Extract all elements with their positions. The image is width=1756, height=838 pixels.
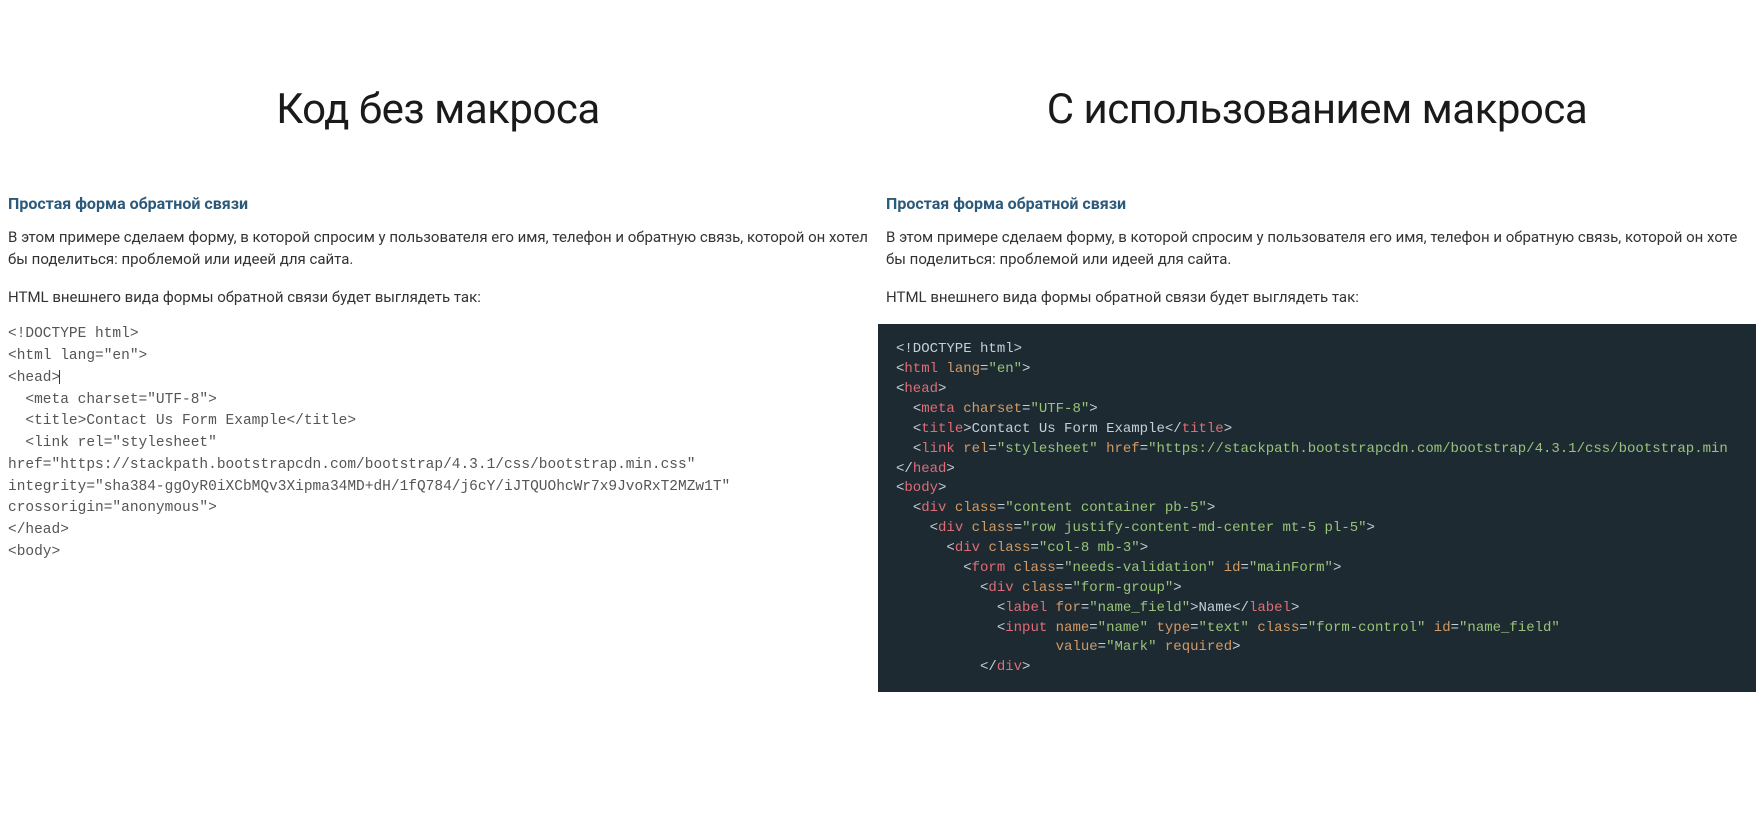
left-column: Код без макроса Простая форма обратной с… [0,0,878,838]
code-token: class [955,500,997,516]
code-token: div [988,580,1013,596]
code-line: <html lang="en"> [8,348,147,364]
right-column: С использованием макроса Простая форма о… [878,0,1756,838]
code-token: id [1434,620,1451,636]
code-token: type [1157,620,1191,636]
text-cursor [59,370,60,384]
code-token: "form-group" [1072,580,1173,596]
code-token: head [904,381,938,397]
left-paragraph-2: HTML внешнего вида формы обратной связи … [8,287,868,309]
code-token: "name_field" [1089,600,1190,616]
code-token: label [1249,600,1291,616]
code-token: link [921,441,955,457]
code-token: "https://stackpath.bootstrapcdn.com/boot… [1148,441,1728,457]
left-big-title: Код без макроса [8,85,868,134]
code-token: "name" [1098,620,1148,636]
code-line: <meta charset="UTF-8"> [8,392,217,408]
code-token: for [1056,600,1081,616]
code-token: "en" [988,361,1022,377]
code-token: body [904,480,938,496]
code-token: "name_field" [1459,620,1560,636]
code-token: rel [963,441,988,457]
code-token: Name [1199,600,1233,616]
code-line: <!DOCTYPE html> [8,326,139,342]
code-token: <!DOCTYPE html> [896,341,1022,357]
code-token: href [1106,441,1140,457]
code-token: div [921,500,946,516]
code-token: class [1022,580,1064,596]
code-token: "row justify-content-md-center mt-5 pl-5… [1022,520,1366,536]
left-paragraph-1: В этом примере сделаем форму, в которой … [8,227,868,271]
code-line: <head> [8,370,60,386]
code-token: div [938,520,963,536]
code-token: class [972,520,1014,536]
right-paragraph-2: HTML внешнего вида формы обратной связи … [886,287,1756,309]
code-token: "mainForm" [1249,560,1333,576]
right-code-block: <!DOCTYPE html> <html lang="en"> <head> … [878,324,1756,692]
code-token: "Mark" [1106,639,1156,655]
code-line: crossorigin="anonymous"> [8,500,217,516]
code-token: meta [921,401,955,417]
code-line: <title>Contact Us Form Example</title> [8,413,356,429]
code-token: class [1014,560,1056,576]
code-token: charset [963,401,1022,417]
comparison-container: Код без макроса Простая форма обратной с… [0,0,1756,838]
right-big-title: С использованием макроса [878,85,1756,134]
right-section-title: Простая форма обратной связи [886,194,1756,213]
code-line: <body> [8,544,60,560]
code-line: </head> [8,522,69,538]
code-line: integrity="sha384-ggOyR0iXCbMQv3Xipma34M… [8,479,730,495]
code-token: id [1224,560,1241,576]
code-token: "text" [1199,620,1249,636]
left-section-title: Простая форма обратной связи [8,194,868,213]
code-token: title [1182,421,1224,437]
code-token: div [997,659,1022,675]
code-token: class [988,540,1030,556]
code-token: "UTF-8" [1030,401,1089,417]
right-paragraph-1: В этом примере сделаем форму, в которой … [886,227,1756,271]
code-line: href="https://stackpath.bootstrapcdn.com… [8,457,695,473]
code-token: input [1005,620,1047,636]
code-token: "form-control" [1308,620,1426,636]
code-token: Contact Us Form Example [972,421,1165,437]
code-token: "col-8 mb-3" [1039,540,1140,556]
code-token: div [955,540,980,556]
code-token: form [972,560,1006,576]
code-token: name [1056,620,1090,636]
code-token: head [913,461,947,477]
code-line: <link rel="stylesheet" [8,435,217,451]
code-token: title [921,421,963,437]
code-token: value [1056,639,1098,655]
code-token: lang [946,361,980,377]
left-code-block: <!DOCTYPE html> <html lang="en"> <head> … [8,324,868,563]
code-token: label [1005,600,1047,616]
code-token: "needs-validation" [1064,560,1215,576]
code-token: "stylesheet" [997,441,1098,457]
code-token: class [1257,620,1299,636]
code-token: "content container pb-5" [1005,500,1207,516]
code-token: html [904,361,938,377]
code-token: required [1165,639,1232,655]
